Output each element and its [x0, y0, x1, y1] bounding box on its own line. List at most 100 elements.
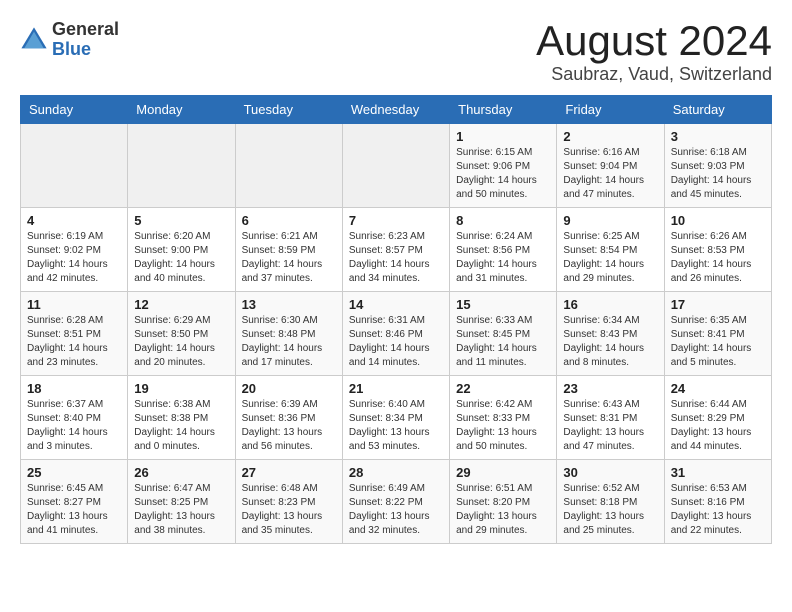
calendar-cell: 12 Sunrise: 6:29 AMSunset: 8:50 PMDayligh…: [128, 292, 235, 376]
calendar-cell: 23Sunrise: 6:43 AMSunset: 8:31 PMDayligh…: [557, 376, 664, 460]
day-number: 26: [134, 465, 228, 480]
calendar-cell: 17 Sunrise: 6:35 AMSunset: 8:41 PMDayligh…: [664, 292, 771, 376]
day-info: Sunrise: 6:38 AMSunset: 8:38 PMDaylight:…: [134, 398, 228, 454]
day-info: Sunrise: 6:35 AMSunset: 8:41 PMDaylight:…: [671, 314, 765, 370]
day-info: Sunrise: 6:20 AMSunset: 9:00 PMDaylight:…: [134, 230, 228, 286]
calendar-cell: 21 Sunrise: 6:40 AMSunset: 8:34 PMDayligh…: [342, 376, 449, 460]
day-number: 1: [456, 129, 550, 144]
calendar-table: SundayMondayTuesdayWednesdayThursdayFrid…: [20, 95, 772, 544]
day-number: 11: [27, 297, 121, 312]
calendar-cell: 15Sunrise: 6:33 AMSunset: 8:45 PMDayligh…: [450, 292, 557, 376]
calendar-week-row: 11Sunrise: 6:28 AMSunset: 8:51 PMDayligh…: [21, 292, 772, 376]
day-number: 22: [456, 381, 550, 396]
calendar-cell: 13 Sunrise: 6:30 AMSunset: 8:48 PMDayligh…: [235, 292, 342, 376]
calendar-cell: 28 Sunrise: 6:49 AMSunset: 8:22 PMDayligh…: [342, 460, 449, 544]
calendar-cell: [21, 124, 128, 208]
day-info: Sunrise: 6:25 AMSunset: 8:54 PMDaylight:…: [563, 230, 657, 286]
day-number: 2: [563, 129, 657, 144]
logo-text: General Blue: [52, 20, 119, 60]
calendar-cell: 1 Sunrise: 6:15 AMSunset: 9:06 PMDaylight…: [450, 124, 557, 208]
day-info: Sunrise: 6:19 AMSunset: 9:02 PMDaylight:…: [27, 230, 121, 286]
day-number: 31: [671, 465, 765, 480]
calendar-cell: 30Sunrise: 6:52 AMSunset: 8:18 PMDayligh…: [557, 460, 664, 544]
calendar-cell: 20Sunrise: 6:39 AMSunset: 8:36 PMDayligh…: [235, 376, 342, 460]
weekday-header-thursday: Thursday: [450, 96, 557, 124]
day-number: 12: [134, 297, 228, 312]
calendar-cell: 11Sunrise: 6:28 AMSunset: 8:51 PMDayligh…: [21, 292, 128, 376]
day-number: 6: [242, 213, 336, 228]
day-info: Sunrise: 6:15 AMSunset: 9:06 PMDaylight:…: [456, 146, 550, 202]
calendar-cell: 9Sunrise: 6:25 AMSunset: 8:54 PMDaylight…: [557, 208, 664, 292]
weekday-header-friday: Friday: [557, 96, 664, 124]
calendar-week-row: 4Sunrise: 6:19 AMSunset: 9:02 PMDaylight…: [21, 208, 772, 292]
day-info: Sunrise: 6:53 AMSunset: 8:16 PMDaylight:…: [671, 482, 765, 538]
calendar-cell: 8Sunrise: 6:24 AMSunset: 8:56 PMDaylight…: [450, 208, 557, 292]
day-info: Sunrise: 6:29 AMSunset: 8:50 PMDaylight:…: [134, 314, 228, 370]
day-info: Sunrise: 6:42 AMSunset: 8:33 PMDaylight:…: [456, 398, 550, 454]
weekday-header-tuesday: Tuesday: [235, 96, 342, 124]
day-number: 15: [456, 297, 550, 312]
day-number: 5: [134, 213, 228, 228]
calendar-week-row: 25Sunrise: 6:45 AMSunset: 8:27 PMDayligh…: [21, 460, 772, 544]
day-number: 14: [349, 297, 443, 312]
location-subtitle: Saubraz, Vaud, Switzerland: [536, 64, 772, 85]
title-section: August 2024 Saubraz, Vaud, Switzerland: [536, 20, 772, 85]
day-number: 30: [563, 465, 657, 480]
logo-blue-text: Blue: [52, 40, 119, 60]
day-info: Sunrise: 6:26 AMSunset: 8:53 PMDaylight:…: [671, 230, 765, 286]
day-info: Sunrise: 6:44 AMSunset: 8:29 PMDaylight:…: [671, 398, 765, 454]
calendar-cell: 16 Sunrise: 6:34 AMSunset: 8:43 PMDayligh…: [557, 292, 664, 376]
day-number: 8: [456, 213, 550, 228]
day-info: Sunrise: 6:48 AMSunset: 8:23 PMDaylight:…: [242, 482, 336, 538]
day-number: 3: [671, 129, 765, 144]
day-number: 13: [242, 297, 336, 312]
day-info: Sunrise: 6:49 AMSunset: 8:22 PMDaylight:…: [349, 482, 443, 538]
calendar-cell: 31 Sunrise: 6:53 AMSunset: 8:16 PMDayligh…: [664, 460, 771, 544]
day-number: 19: [134, 381, 228, 396]
weekday-header-sunday: Sunday: [21, 96, 128, 124]
weekday-header-monday: Monday: [128, 96, 235, 124]
day-number: 20: [242, 381, 336, 396]
day-number: 29: [456, 465, 550, 480]
calendar-cell: 29 Sunrise: 6:51 AMSunset: 8:20 PMDayligh…: [450, 460, 557, 544]
calendar-cell: 10 Sunrise: 6:26 AMSunset: 8:53 PMDayligh…: [664, 208, 771, 292]
day-number: 23: [563, 381, 657, 396]
logo-icon: [20, 26, 48, 54]
calendar-week-row: 18Sunrise: 6:37 AMSunset: 8:40 PMDayligh…: [21, 376, 772, 460]
day-number: 16: [563, 297, 657, 312]
day-info: Sunrise: 6:34 AMSunset: 8:43 PMDaylight:…: [563, 314, 657, 370]
page-header: General Blue August 2024 Saubraz, Vaud, …: [20, 20, 772, 85]
day-info: Sunrise: 6:40 AMSunset: 8:34 PMDaylight:…: [349, 398, 443, 454]
calendar-cell: 19 Sunrise: 6:38 AMSunset: 8:38 PMDayligh…: [128, 376, 235, 460]
calendar-cell: 6 Sunrise: 6:21 AMSunset: 8:59 PMDaylight…: [235, 208, 342, 292]
logo: General Blue: [20, 20, 119, 60]
day-number: 25: [27, 465, 121, 480]
day-number: 21: [349, 381, 443, 396]
weekday-header-saturday: Saturday: [664, 96, 771, 124]
calendar-week-row: 1 Sunrise: 6:15 AMSunset: 9:06 PMDaylight…: [21, 124, 772, 208]
day-number: 28: [349, 465, 443, 480]
day-info: Sunrise: 6:51 AMSunset: 8:20 PMDaylight:…: [456, 482, 550, 538]
day-number: 10: [671, 213, 765, 228]
calendar-cell: 14 Sunrise: 6:31 AMSunset: 8:46 PMDayligh…: [342, 292, 449, 376]
day-number: 18: [27, 381, 121, 396]
day-number: 17: [671, 297, 765, 312]
day-info: Sunrise: 6:31 AMSunset: 8:46 PMDaylight:…: [349, 314, 443, 370]
day-info: Sunrise: 6:30 AMSunset: 8:48 PMDaylight:…: [242, 314, 336, 370]
calendar-cell: 2Sunrise: 6:16 AMSunset: 9:04 PMDaylight…: [557, 124, 664, 208]
calendar-cell: 5 Sunrise: 6:20 AMSunset: 9:00 PMDaylight…: [128, 208, 235, 292]
month-year-title: August 2024: [536, 20, 772, 62]
day-number: 7: [349, 213, 443, 228]
weekday-header-wednesday: Wednesday: [342, 96, 449, 124]
day-info: Sunrise: 6:47 AMSunset: 8:25 PMDaylight:…: [134, 482, 228, 538]
day-info: Sunrise: 6:21 AMSunset: 8:59 PMDaylight:…: [242, 230, 336, 286]
calendar-cell: 27 Sunrise: 6:48 AMSunset: 8:23 PMDayligh…: [235, 460, 342, 544]
calendar-cell: 24 Sunrise: 6:44 AMSunset: 8:29 PMDayligh…: [664, 376, 771, 460]
calendar-cell: [128, 124, 235, 208]
day-number: 27: [242, 465, 336, 480]
day-info: Sunrise: 6:18 AMSunset: 9:03 PMDaylight:…: [671, 146, 765, 202]
calendar-cell: 3 Sunrise: 6:18 AMSunset: 9:03 PMDaylight…: [664, 124, 771, 208]
day-number: 24: [671, 381, 765, 396]
calendar-cell: 26 Sunrise: 6:47 AMSunset: 8:25 PMDayligh…: [128, 460, 235, 544]
weekday-header-row: SundayMondayTuesdayWednesdayThursdayFrid…: [21, 96, 772, 124]
